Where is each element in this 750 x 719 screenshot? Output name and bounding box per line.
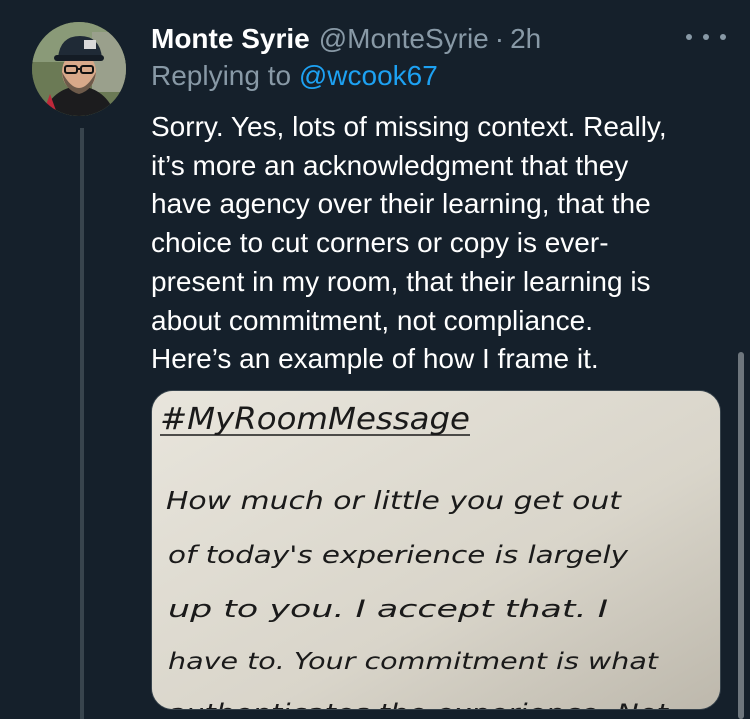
tweet-header: Monte Syrie @MonteSyrie · 2h (151, 22, 541, 56)
user-handle[interactable]: @MonteSyrie (319, 22, 489, 56)
handwritten-line: #MyRoomMessage (160, 402, 470, 437)
handwritten-line: authenticates the experience. Not (168, 699, 670, 709)
tweet-text-line: Here’s an example of how I frame it. (151, 343, 599, 375)
avatar[interactable] (32, 22, 126, 116)
tweet-text: Sorry. Yes, lots of missing context. Rea… (151, 108, 731, 379)
handwritten-line: How much or little you get out (166, 486, 622, 515)
handwritten-line: have to. Your commitment is what (168, 649, 659, 675)
separator-dot: · (494, 23, 505, 54)
tweet-text-line: have agency over their learning, that th… (151, 188, 651, 220)
more-dot (686, 34, 692, 40)
tweet-text-line: present in my room, that their learning … (151, 265, 651, 297)
tweet-text-line: choice to cut corners or copy is ever- (151, 227, 609, 259)
tweet-text-line: it’s more an acknowledgment that they (151, 149, 629, 181)
avatar-photo (32, 22, 126, 116)
scrollbar[interactable] (738, 352, 744, 719)
replying-to-handle-link[interactable]: @wcook67 (299, 60, 438, 91)
handwritten-line: of today's experience is largely (168, 541, 629, 569)
replying-to-label: Replying to (151, 60, 299, 91)
handwritten-line: up to you. I accept that. I (168, 595, 608, 623)
replying-to: Replying to @wcook67 (151, 59, 438, 93)
more-dot (703, 34, 709, 40)
tweet-media-image[interactable]: #MyRoomMessage How much or little you ge… (151, 390, 721, 710)
thread-connector-line (80, 128, 84, 719)
more-dot (720, 34, 726, 40)
tweet[interactable]: Monte Syrie @MonteSyrie · 2h Replying to… (0, 0, 750, 719)
handwritten-whiteboard-photo: #MyRoomMessage How much or little you ge… (152, 391, 720, 709)
display-name[interactable]: Monte Syrie (151, 22, 310, 56)
tweet-timestamp[interactable]: 2h (510, 22, 541, 56)
tweet-text-line: Sorry. Yes, lots of missing context. Rea… (151, 111, 667, 142)
tweet-text-line: about commitment, not compliance. (151, 304, 593, 336)
more-horizontal-icon[interactable] (686, 30, 726, 44)
